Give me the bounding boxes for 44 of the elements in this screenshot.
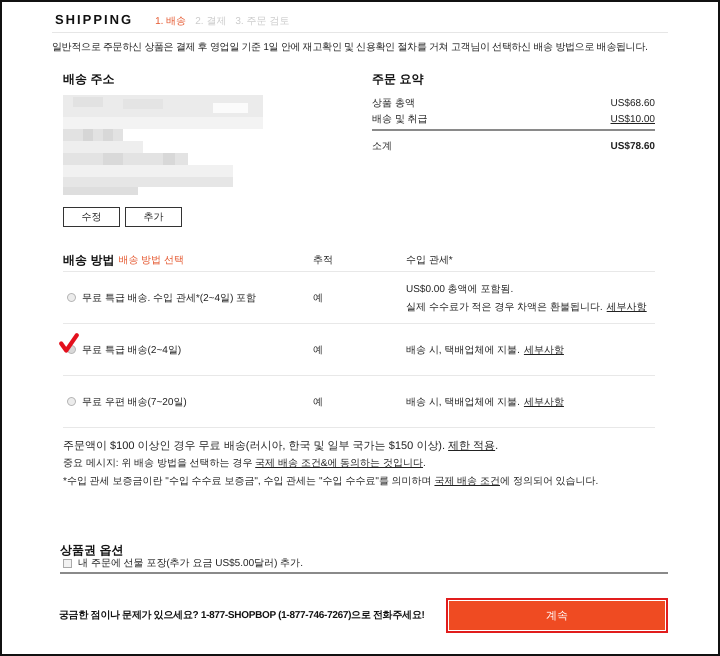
fine-print-note: *수입 관세 보증금이란 "수입 수수료 보증금", 수입 관세는 "수입 수수료"를 의미하며 국제 배송 조건에 정의되어 있습니다.	[63, 475, 600, 489]
summary-label: 배송 및 취급	[372, 113, 428, 127]
terms-link[interactable]: 국제 배송 조건&에 동의하는 것입니다	[255, 458, 424, 469]
help-text: 궁금한 점이나 문제가 있으세요? 1-877-SHOPBOP (1-877-746-7267)으로 전화주세요!	[59, 609, 425, 622]
tracking-value: 예	[313, 292, 324, 304]
shipping-option-label[interactable]: 무료 우편 배송(7~20일)	[82, 394, 187, 408]
details-link[interactable]: 세부사항	[524, 342, 564, 356]
details-link[interactable]: 세부사항	[606, 300, 647, 314]
duties-text: 실제 수수료가 적은 경우 차액은 환불됩니다.	[406, 300, 603, 314]
section-heading: 배송 방법	[63, 252, 114, 268]
section-hint: 배송 방법 선택	[118, 254, 184, 267]
duties-text: 배송 시, 택배업체에 지불.	[406, 396, 520, 408]
shipping-option-label[interactable]: 무료 특급 배송(2~4일)	[82, 342, 182, 356]
section-heading: 상품권 옵션	[60, 543, 124, 557]
free-shipping-note: 주문액이 $100 이상인 경우 무료 배송(러시아, 한국 및 일부 국가는 $150 이상). 제한 적용.	[63, 439, 500, 453]
fine-print-note: 중요 메시지: 위 배송 방법을 선택하는 경우 국제 배송 조건&에 동의하는 것입니다.	[63, 457, 427, 471]
radio-button[interactable]	[67, 397, 76, 406]
subtotal-label: 소계	[372, 140, 392, 154]
details-link[interactable]: 세부사항	[524, 394, 564, 408]
column-header: 수입 관세*	[406, 254, 454, 267]
address-button[interactable]: 수정	[63, 207, 120, 227]
tracking-value: 예	[313, 344, 324, 356]
tracking-value: 예	[313, 396, 324, 408]
summary-label: 상품 총액	[372, 97, 415, 111]
checkout-step[interactable]: 1. 배송	[155, 14, 186, 28]
restrictions-link[interactable]: 제한 적용	[448, 440, 496, 452]
terms-link[interactable]: 국제 배송 조건	[434, 476, 500, 487]
checkmark-icon	[59, 333, 79, 353]
gift-wrap-checkbox[interactable]	[63, 559, 72, 568]
section-heading: 배송 주소	[63, 72, 116, 86]
duties-text: 배송 시, 택배업체에 지불.	[406, 344, 520, 356]
summary-value: US$68.60	[610, 97, 655, 111]
page-title: SHIPPING	[55, 12, 134, 27]
summary-value: US$10.00	[610, 113, 655, 127]
continue-button[interactable]: 계속	[446, 598, 668, 633]
address-button[interactable]: 추가	[125, 207, 182, 227]
column-header: 추적	[313, 254, 334, 267]
subtotal-value: US$78.60	[610, 140, 655, 154]
radio-button[interactable]	[67, 293, 76, 302]
section-heading: 주문 요약	[372, 72, 424, 86]
gift-wrap-label[interactable]: 내 주문에 선물 포장(추가 요금 US$5.00달러) 추가.	[78, 557, 304, 570]
intro-text: 일반적으로 주문하신 상품은 결제 후 영업일 기준 1일 안에 재고확인 및 신용확인 절차를 거쳐 고객님이 선택하신 배송 방법으로 배송됩니다.	[52, 41, 649, 55]
shipping-option-label[interactable]: 무료 특급 배송. 수입 관세*(2~4일) 포함	[82, 290, 256, 304]
duties-text: US$0.00 총액에 포함됨.	[406, 282, 514, 296]
